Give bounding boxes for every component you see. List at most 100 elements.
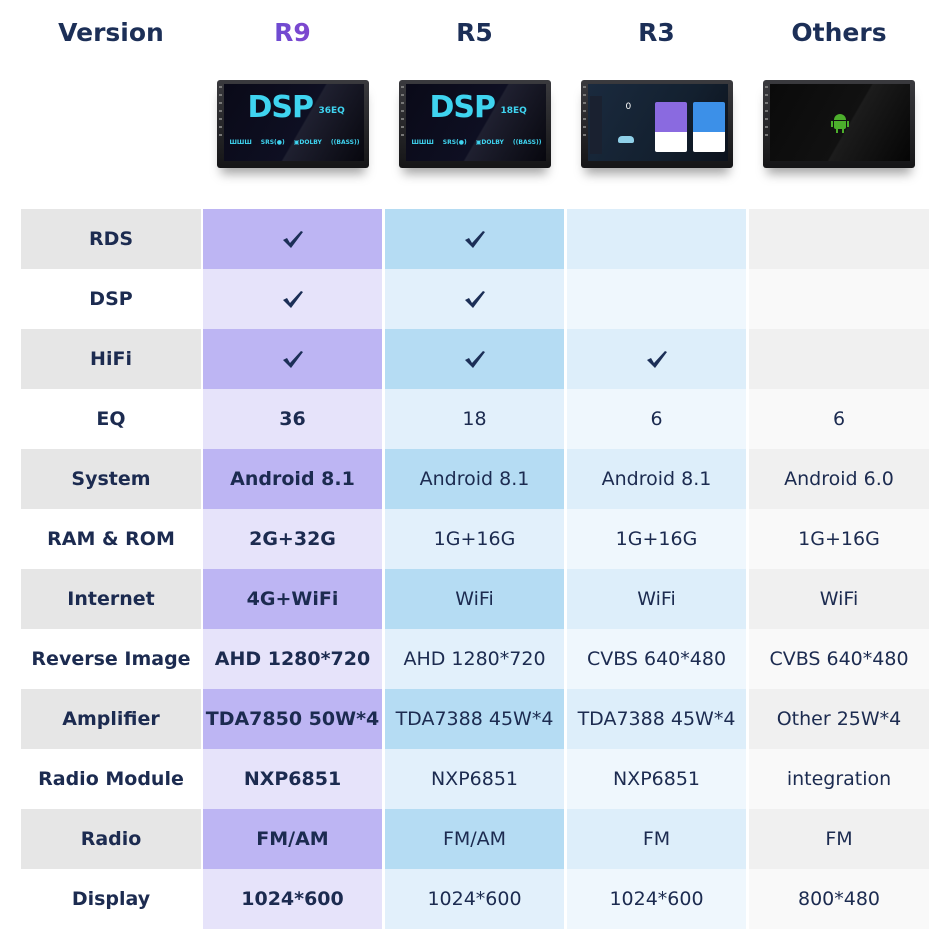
check-icon: [282, 231, 303, 248]
cell-others: [749, 329, 929, 389]
cell-r9: AHD 1280*720: [203, 629, 382, 689]
cell-r3: [567, 269, 746, 329]
music-widget-icon: [654, 102, 687, 152]
cell-others: 800*480: [749, 869, 929, 929]
cell-r9: NXP6851: [203, 749, 382, 809]
cell-r3: TDA7388 45W*4: [567, 689, 746, 749]
cell-value: Android 8.1: [601, 468, 712, 490]
dolby-logo: ▣DOLBY: [475, 139, 504, 146]
android-screen: [770, 84, 910, 161]
cell-value: FM/AM: [442, 828, 507, 850]
cell-others: [749, 269, 929, 329]
device-image-others: [763, 80, 915, 168]
cell-r9: 4G+WiFi: [203, 569, 382, 629]
cell-value: NXP6851: [430, 768, 519, 790]
cell-r5: FM/AM: [385, 809, 564, 869]
side-buttons-icon: [582, 86, 586, 136]
device-image-r5: DSP 18EQ ШШШ SRS(●) ▣DOLBY ((BASS)): [398, 80, 551, 168]
cell-others: integration: [749, 749, 929, 809]
table-row: Radio Module NXP6851 NXP6851 NXP6851 integra…: [21, 749, 929, 809]
cell-value: 36: [279, 408, 306, 430]
row-label: Radio Module: [21, 749, 201, 809]
row-label: DSP: [21, 269, 201, 329]
cell-value: FM: [642, 828, 671, 850]
cell-value: NXP6851: [612, 768, 701, 790]
check-icon: [282, 291, 303, 308]
cell-value: 18: [462, 408, 487, 430]
row-label: EQ: [21, 389, 201, 449]
cell-r9: [203, 269, 382, 329]
cell-value: TDA7388 45W*4: [577, 708, 736, 730]
table-row: Reverse Image AHD 1280*720 AHD 1280*720 CVB…: [21, 629, 929, 689]
launcher-sidebar: [589, 96, 602, 154]
eq-text: 36EQ: [318, 106, 345, 116]
srs-logo: SRS(●): [260, 139, 285, 146]
audio-logo: ШШШ: [411, 139, 434, 146]
cell-others: CVBS 640*480: [749, 629, 929, 689]
cell-value: 1G+16G: [798, 528, 880, 550]
dsp-screen: DSP 18EQ ШШШ SRS(●) ▣DOLBY ((BASS)): [405, 84, 546, 161]
cell-r5: TDA7388 45W*4: [385, 689, 564, 749]
cell-value: integration: [786, 768, 892, 790]
speed-readout: 0: [625, 102, 632, 112]
bluetooth-widget-icon: [692, 102, 725, 152]
audio-logos: ШШШ SRS(●) ▣DOLBY ((BASS)): [230, 139, 360, 146]
srs-logo: SRS(●): [442, 139, 467, 146]
cell-r5: 18: [385, 389, 564, 449]
cell-r5: [385, 209, 564, 269]
device-image-r9: DSP 36EQ ШШШ SRS(●) ▣DOLBY ((BASS)): [216, 80, 369, 168]
cell-r9: FM/AM: [203, 809, 382, 869]
column-header-others: Others: [749, 0, 929, 209]
bass-logo: ((BASS)): [330, 139, 360, 146]
side-buttons-icon: [218, 86, 222, 136]
row-label: RDS: [21, 209, 201, 269]
cell-r5: [385, 329, 564, 389]
cell-value: WiFi: [455, 588, 494, 610]
cell-value: WiFi: [637, 588, 676, 610]
cell-r9: [203, 329, 382, 389]
cell-r9: 2G+32G: [203, 509, 382, 569]
cell-r5: 1G+16G: [385, 509, 564, 569]
side-buttons-icon: [765, 86, 768, 136]
row-label: Internet: [21, 569, 201, 629]
cell-value: 6: [832, 408, 846, 430]
column-header-r9: R9 DSP 36EQ ШШШ SRS(●) ▣DOLBY ((BASS)): [203, 0, 382, 209]
cell-r3: 6: [567, 389, 746, 449]
table-row: HiFi: [21, 329, 929, 389]
cell-others: FM: [749, 809, 929, 869]
cell-value: 1G+16G: [433, 528, 516, 550]
cell-value: FM/AM: [256, 828, 329, 850]
cell-value: NXP6851: [243, 768, 342, 790]
cell-value: 4G+WiFi: [246, 588, 339, 610]
cell-value: AHD 1280*720: [403, 648, 546, 670]
bass-logo: ((BASS)): [512, 139, 542, 146]
cell-others: WiFi: [749, 569, 929, 629]
cell-r5: 1024*600: [385, 869, 564, 929]
dsp-logo-text: DSP: [247, 90, 314, 125]
column-header-r3: R3 0: [567, 0, 746, 209]
column-header-r5: R5 DSP 18EQ ШШШ SRS(●) ▣DOLBY ((BASS)): [385, 0, 564, 209]
cell-r3: 1024*600: [567, 869, 746, 929]
cell-value: Android 8.1: [230, 468, 355, 490]
row-label: HiFi: [21, 329, 201, 389]
check-icon: [282, 351, 303, 368]
cell-others: 6: [749, 389, 929, 449]
cell-value: AHD 1280*720: [214, 648, 371, 670]
table-row: Radio FM/AM FM/AM FM FM: [21, 809, 929, 869]
row-label: Radio: [21, 809, 201, 869]
car-icon: [617, 136, 634, 143]
cell-r9: 36: [203, 389, 382, 449]
cell-r3: NXP6851: [567, 749, 746, 809]
side-buttons-icon: [400, 86, 404, 136]
cell-value: Android 8.1: [419, 468, 530, 490]
version-label: Version: [58, 18, 164, 47]
dolby-logo: ▣DOLBY: [293, 139, 322, 146]
column-title-r3: R3: [638, 18, 675, 47]
table-row: System Android 8.1 Android 8.1 Android 8.1 A…: [21, 449, 929, 509]
cell-r3: [567, 329, 746, 389]
row-label: RAM & ROM: [21, 509, 201, 569]
cell-r9: [203, 209, 382, 269]
audio-logos: ШШШ SRS(●) ▣DOLBY ((BASS)): [412, 139, 542, 146]
row-label: Amplifier: [21, 689, 201, 749]
cell-value: 1G+16G: [615, 528, 698, 550]
